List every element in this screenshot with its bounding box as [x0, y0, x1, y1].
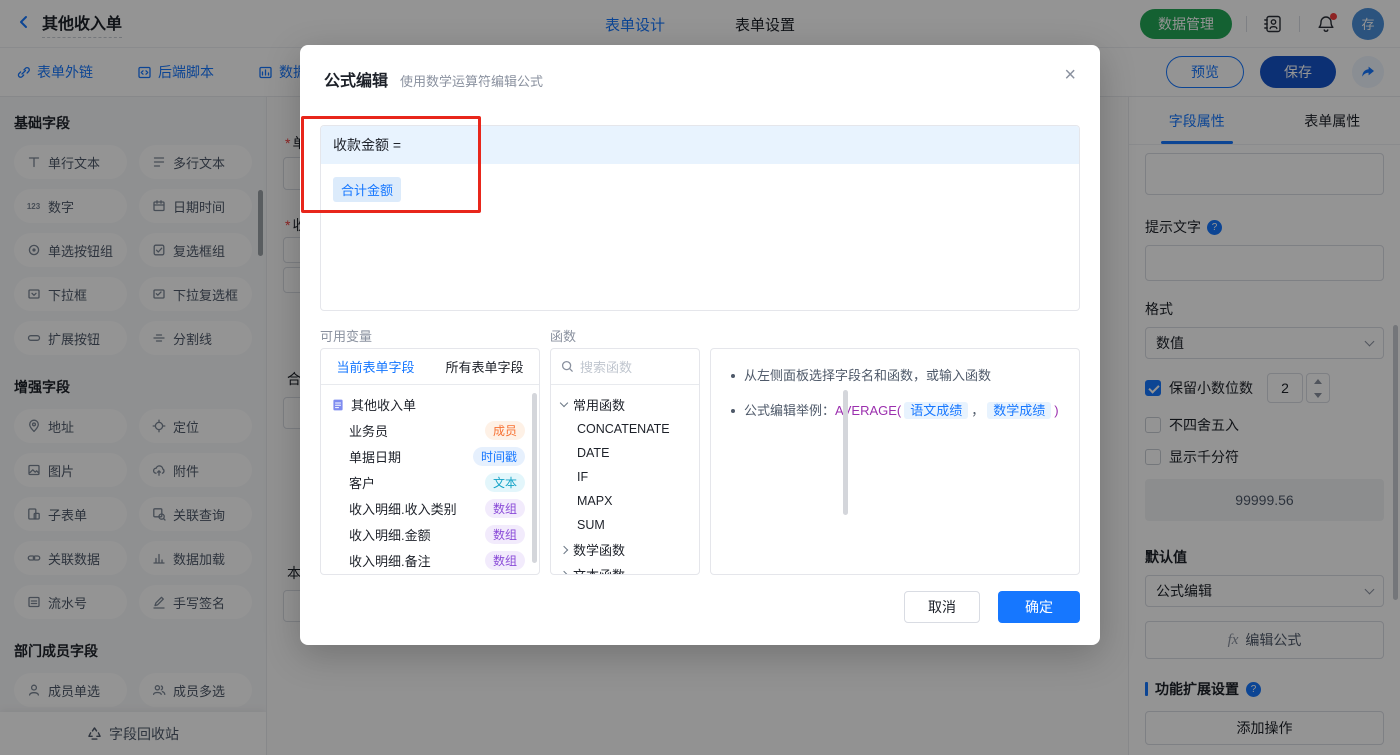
caret-right-icon	[559, 570, 569, 574]
tip-line-2: 公式编辑举例：AVERAGE(语文成绩，数学成绩)	[731, 401, 1059, 421]
function-group-math[interactable]: 数学函数	[559, 537, 689, 562]
variables-panel: 当前表单字段 所有表单字段 其他收入单 业务员 成员 单据日期 时间戳 客户 文本 收…	[320, 348, 540, 575]
example-field-chip: 语文成绩	[904, 402, 969, 419]
annotation-red-box	[301, 116, 481, 213]
variable-row[interactable]: 业务员 成员	[331, 417, 529, 443]
modal-subtitle: 使用数学运算符编辑公式	[400, 74, 544, 89]
variable-row[interactable]: 收入明细.金额 数组	[331, 521, 529, 547]
bullet-icon	[731, 374, 735, 378]
tip-line-1: 从左侧面板选择字段名和函数，或输入函数	[731, 366, 1059, 386]
variable-row[interactable]: 收入明细.备注 数组	[331, 547, 529, 573]
function-item[interactable]: DATE	[561, 441, 689, 465]
caret-right-icon	[559, 545, 569, 554]
variable-row[interactable]: 收入明细.收入类别 数组	[331, 495, 529, 521]
functions-scrollbar-thumb[interactable]	[843, 390, 848, 515]
type-badge: 数组	[484, 524, 525, 544]
search-icon	[561, 360, 573, 372]
function-item[interactable]: SUM	[561, 513, 689, 537]
tab-all-form-fields[interactable]: 所有表单字段	[430, 349, 539, 384]
function-item[interactable]: CONCATENATE	[561, 417, 689, 441]
bullet-icon	[731, 409, 735, 413]
function-search-input[interactable]: 搜索函数	[551, 349, 699, 385]
variables-scrollbar-thumb[interactable]	[532, 393, 537, 563]
function-item[interactable]: MAPX	[561, 489, 689, 513]
type-badge: 时间戳	[472, 446, 525, 466]
cancel-button[interactable]: 取消	[904, 591, 980, 623]
variables-label: 可用变量	[320, 329, 373, 344]
confirm-button[interactable]: 确定	[998, 591, 1080, 623]
variable-row[interactable]: 客户 文本	[331, 469, 529, 495]
modal-title: 公式编辑	[324, 73, 389, 90]
type-badge: 文本	[484, 472, 525, 492]
app-screen: 其他收入单 表单设计 表单设置 数据管理 存 表单外链 后端脚本 预览 保存 基…	[0, 0, 1400, 755]
tab-current-form-fields[interactable]: 当前表单字段	[321, 349, 430, 384]
tips-panel: 从左侧面板选择字段名和函数，或输入函数 公式编辑举例：AVERAGE(语文成绩，…	[710, 348, 1080, 575]
function-search-placeholder: 搜索函数	[580, 360, 633, 375]
functions-label: 函数	[550, 329, 577, 344]
variables-tree-root[interactable]: 其他收入单	[331, 392, 529, 417]
type-badge: 数组	[484, 550, 525, 570]
type-badge: 成员	[484, 420, 525, 440]
variable-row[interactable]: 单据日期 时间戳	[331, 443, 529, 469]
example-field-chip: 数学成绩	[987, 402, 1052, 419]
function-group-text[interactable]: 文本函数	[559, 562, 689, 574]
caret-down-icon	[559, 398, 569, 408]
document-icon	[333, 399, 343, 410]
functions-panel: 搜索函数 常用函数 CONCATENATE DATE IF MAPX SUM 数…	[550, 348, 700, 575]
function-group-common[interactable]: 常用函数	[559, 392, 689, 417]
close-icon[interactable]: ×	[1064, 65, 1076, 85]
type-badge: 数组	[484, 498, 525, 518]
function-item[interactable]: IF	[561, 465, 689, 489]
